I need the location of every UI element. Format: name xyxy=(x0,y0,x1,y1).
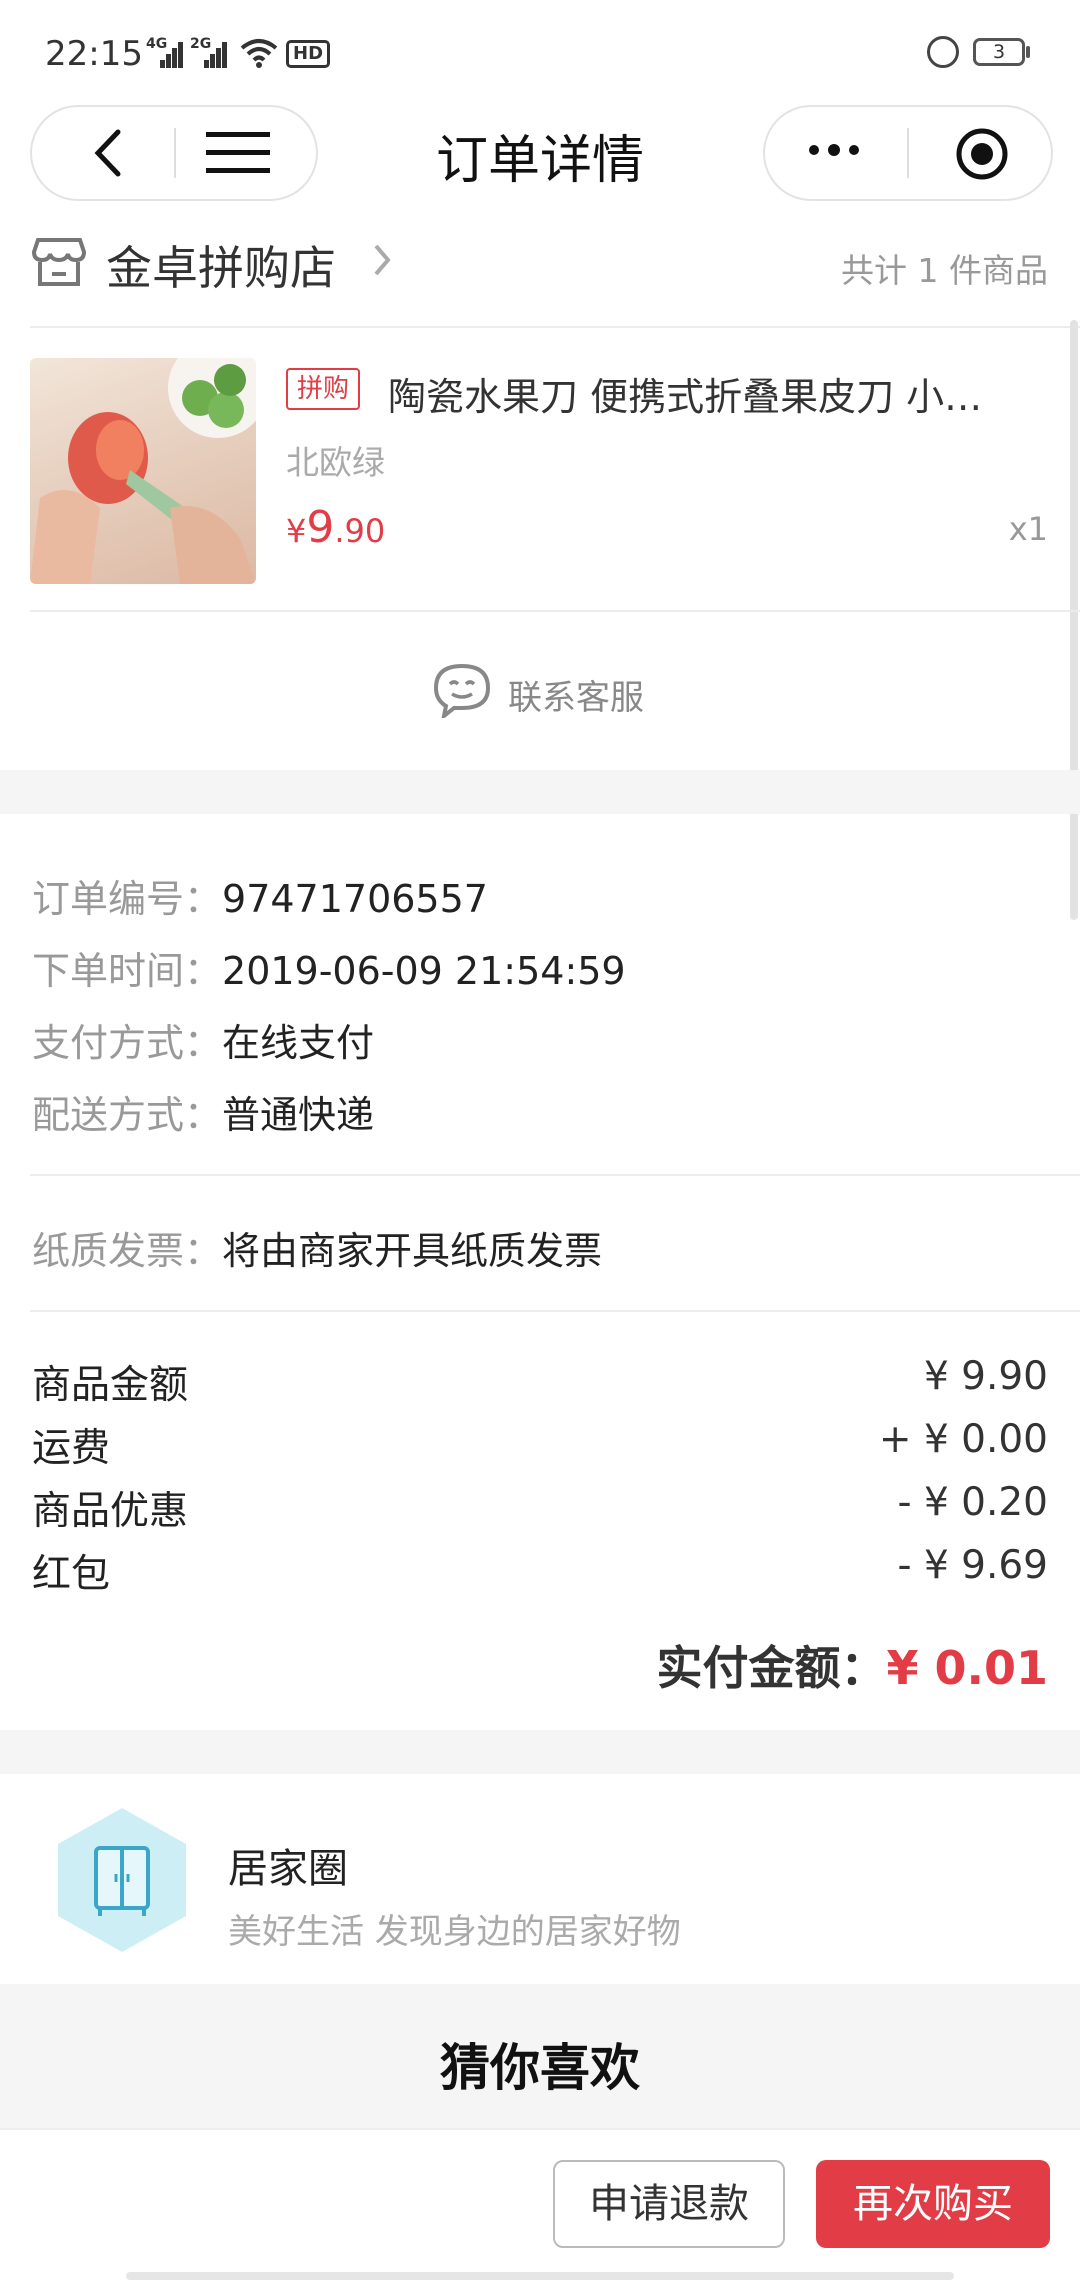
product-price: ¥9.90 xyxy=(286,502,386,553)
capsule-divider-right xyxy=(907,128,909,178)
rebuy-button[interactable]: 再次购买 xyxy=(816,2160,1050,2248)
circle-subtitle: 美好生活 发现身边的居家好物 xyxy=(228,1912,681,1952)
shop-name: 金卓拼购店 xyxy=(106,241,336,295)
goods-amount-value: ¥ 9.90 xyxy=(923,1354,1048,1399)
scroll-indicator xyxy=(1070,320,1078,920)
refund-button[interactable]: 申请退款 xyxy=(553,2160,785,2248)
order-number-row: 订单编号：97471706557 xyxy=(32,877,488,921)
product-name[interactable]: 陶瓷水果刀 便携式折叠果皮刀 小… xyxy=(388,366,1028,421)
shipping-label: 运费 xyxy=(32,1426,111,1471)
invoice-row: 纸质发票：将由商家开具纸质发票 xyxy=(32,1229,603,1273)
group-buy-tag: 拼购 xyxy=(286,368,360,410)
order-time-row: 下单时间：2019-06-09 21:54:59 xyxy=(32,949,626,993)
hd-icon: HD xyxy=(286,40,331,68)
circle-title: 居家圈 xyxy=(228,1846,348,1892)
invoice-divider xyxy=(30,1310,1080,1312)
contact-service-label: 联系客服 xyxy=(508,678,644,718)
close-miniprogram-icon[interactable] xyxy=(954,126,1010,182)
contact-service-button[interactable]: 联系客服 xyxy=(420,650,660,734)
battery-tip xyxy=(1026,46,1030,58)
shop-link[interactable]: 金卓拼购店 xyxy=(106,228,406,298)
paid-amount: 实付金额：¥ 0.01 xyxy=(656,1641,1048,1695)
header-divider xyxy=(30,326,1080,328)
cellular-signal-icon: 4G xyxy=(146,36,183,68)
cellular-signal-2-icon: 2G xyxy=(190,36,227,68)
product-divider xyxy=(30,610,1080,612)
product-quantity: x1 xyxy=(1008,510,1048,548)
discount-value: - ¥ 0.20 xyxy=(897,1480,1048,1525)
customer-service-icon xyxy=(433,663,491,718)
status-time: 22:15 xyxy=(45,34,143,74)
battery-icon: 3 xyxy=(973,38,1025,66)
payment-method-row: 支付方式：在线支付 xyxy=(32,1021,375,1065)
wifi-icon xyxy=(240,39,278,68)
home-circle-card[interactable]: 居家圈 美好生活 发现身边的居家好物 xyxy=(0,1774,1080,1984)
shipping-value: + ¥ 0.00 xyxy=(878,1417,1048,1462)
product-image[interactable] xyxy=(30,358,256,584)
rotation-lock-icon xyxy=(927,36,959,68)
goods-amount-label: 商品金额 xyxy=(32,1363,189,1408)
more-icon[interactable] xyxy=(804,140,864,160)
store-icon xyxy=(32,238,86,286)
section-gap-1 xyxy=(0,770,1080,814)
red-packet-value: - ¥ 9.69 xyxy=(897,1543,1048,1588)
home-indicator xyxy=(126,2272,954,2280)
status-bar: 22:15 4G 2G HD 3 xyxy=(0,0,1080,100)
section-gap-2 xyxy=(0,1730,1080,1774)
delivery-method-row: 配送方式：普通快递 xyxy=(32,1093,375,1137)
info-divider xyxy=(30,1174,1080,1176)
item-count: 共计 1 件商品 xyxy=(841,251,1048,290)
product-variant: 北欧绿 xyxy=(286,443,385,482)
guess-you-like-title: 猜你喜欢 xyxy=(440,2039,640,2097)
discount-label: 商品优惠 xyxy=(32,1489,189,1534)
product-photo-illustration xyxy=(30,358,256,584)
chevron-right-icon xyxy=(374,244,391,276)
red-packet-label: 红包 xyxy=(32,1552,111,1597)
wardrobe-icon xyxy=(58,1808,186,1952)
